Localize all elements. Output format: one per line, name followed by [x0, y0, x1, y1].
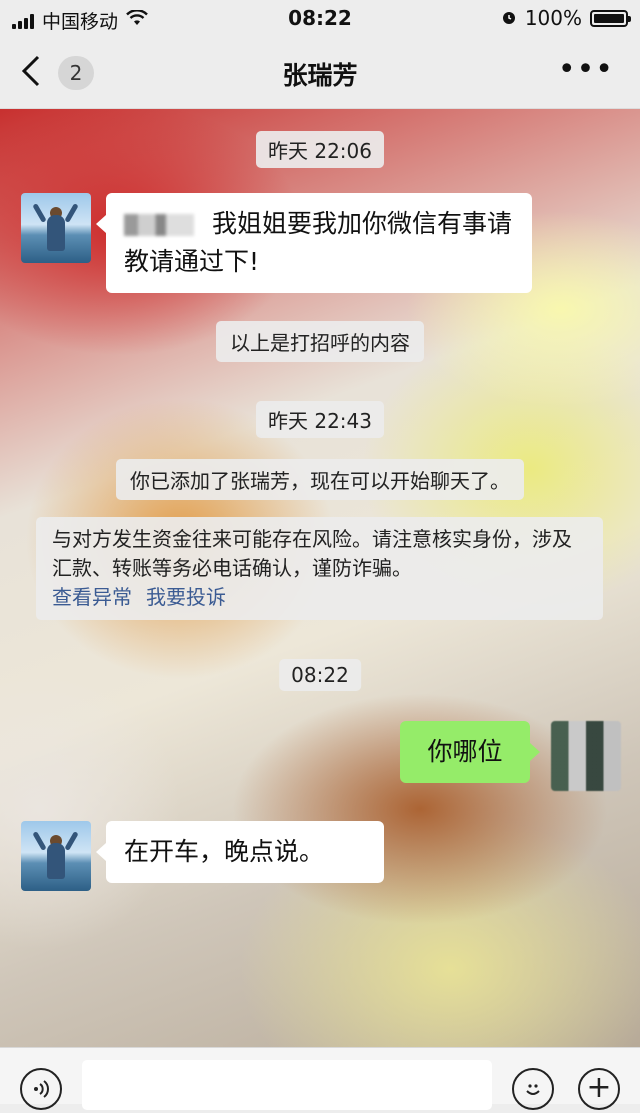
contact-avatar[interactable]	[21, 193, 91, 263]
system-note-added: 你已添加了张瑞芳，现在可以开始聊天了。	[116, 459, 524, 500]
message-text: 你哪位	[427, 737, 503, 766]
my-avatar[interactable]	[551, 721, 621, 791]
risk-notice-links: 查看异常 我要投诉	[52, 583, 587, 612]
chat-header: 2 张瑞芳 •••	[0, 36, 640, 109]
timestamp: 昨天 22:06	[256, 131, 384, 168]
timestamp: 08:22	[279, 659, 361, 691]
view-abnormal-link[interactable]: 查看异常	[52, 585, 132, 609]
alarm-icon	[501, 6, 517, 30]
risk-notice-text: 与对方发生资金往来可能存在风险。请注意核实身份，涉及汇款、转账等务必电话确认，谨…	[52, 527, 572, 580]
blurred-name	[124, 214, 194, 236]
contact-avatar[interactable]	[21, 821, 91, 891]
risk-notice: 与对方发生资金往来可能存在风险。请注意核实身份，涉及汇款、转账等务必电话确认，谨…	[36, 517, 603, 620]
status-right: 100%	[501, 6, 631, 30]
input-bar: +	[0, 1047, 640, 1110]
battery-icon	[590, 9, 631, 27]
status-bar: 中国移动 08:22 100%	[0, 0, 640, 36]
system-note-greeting: 以上是打招呼的内容	[216, 321, 424, 362]
emoji-icon[interactable]	[512, 1068, 554, 1110]
plus-icon[interactable]: +	[578, 1068, 620, 1110]
message-bubble-incoming[interactable]: 我姐姐要我加你微信有事请教请通过下!	[96, 193, 532, 293]
message-bubble-outgoing[interactable]: 你哪位	[400, 721, 540, 783]
message-text: 在开车，晚点说。	[124, 837, 325, 866]
chat-area[interactable]: 昨天 22:06 我姐姐要我加你微信有事请教请通过下! 以上是打招呼的内容 昨天…	[0, 109, 640, 1047]
message-bubble-incoming[interactable]: 在开车，晚点说。	[96, 821, 384, 883]
ellipsis-icon[interactable]: •••	[558, 52, 614, 87]
chat-title: 张瑞芳	[282, 61, 358, 90]
battery-level	[594, 13, 624, 23]
voice-icon[interactable]	[20, 1068, 62, 1110]
report-link[interactable]: 我要投诉	[146, 585, 226, 609]
timestamp: 昨天 22:43	[256, 401, 384, 438]
battery-percent: 100%	[524, 6, 582, 30]
